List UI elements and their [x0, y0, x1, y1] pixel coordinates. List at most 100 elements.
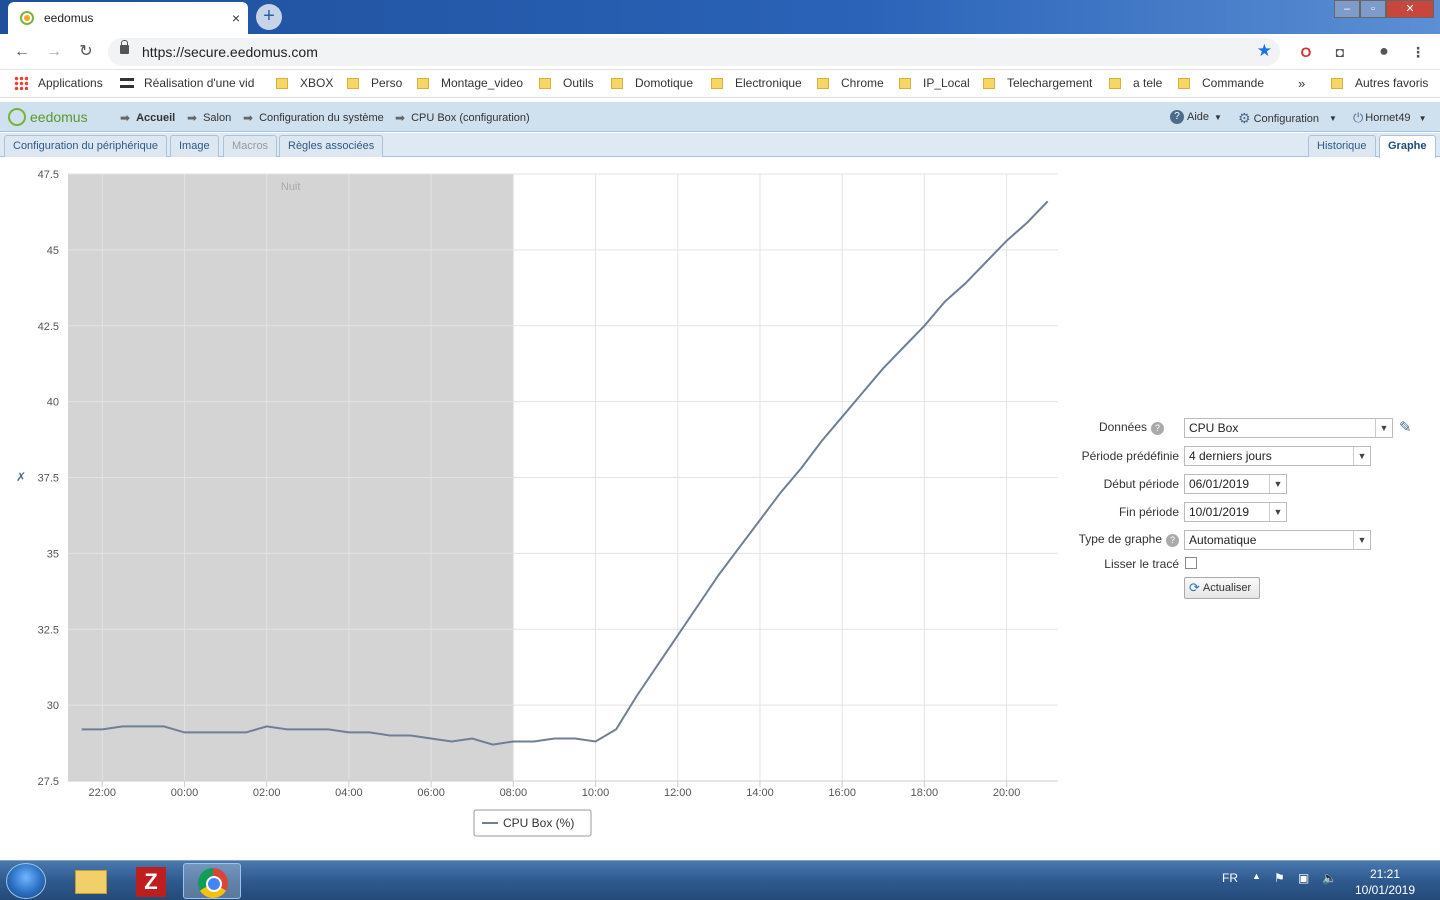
taskbar-filezilla-button[interactable]: Z: [122, 863, 180, 899]
y-tick-label: 45: [47, 245, 59, 257]
bookmark-folder-perso[interactable]: Perso: [347, 76, 402, 90]
help-icon[interactable]: ?: [1151, 422, 1164, 435]
chevron-down-icon: ▼: [1353, 447, 1370, 465]
tab-graphe[interactable]: Graphe: [1379, 135, 1436, 158]
new-tab-button[interactable]: +: [256, 4, 282, 30]
bookmark-folder-autres-favoris[interactable]: Autres favoris: [1331, 76, 1428, 90]
breadcrumb-salon[interactable]: ➡ Salon: [187, 111, 231, 125]
profile-icon[interactable]: ●: [1374, 42, 1394, 62]
bookmark-folder-montage-video[interactable]: Montage_video: [417, 76, 523, 90]
volume-icon[interactable]: 🔈: [1322, 871, 1337, 885]
bookmark-folder-telechargement[interactable]: Telechargement: [983, 76, 1092, 90]
breadcrumb-cpu-box: ➡ CPU Box (configuration): [395, 111, 530, 125]
user-menu[interactable]: ⏻ Hornet49 ▼: [1353, 110, 1426, 126]
bookmark-folder-domotique[interactable]: Domotique: [611, 76, 693, 90]
y-tick-label: 42.5: [38, 321, 59, 333]
periode-predefinie-select[interactable]: 4 derniers jours ▼: [1184, 446, 1371, 466]
menu-kebab-icon[interactable]: ⋮: [1408, 42, 1428, 62]
chevron-down-icon[interactable]: ▼: [1269, 475, 1286, 493]
reset-zoom-icon[interactable]: ✗: [16, 470, 26, 484]
caret-down-icon: ▼: [1329, 114, 1337, 123]
eedomus-favicon-icon: [20, 11, 34, 25]
night-band-label: Nuit: [281, 181, 301, 193]
type-graphe-select[interactable]: Automatique ▼: [1184, 530, 1371, 550]
x-tick-label: 18:00: [911, 787, 939, 799]
edit-pencil-icon[interactable]: ✎: [1399, 418, 1412, 436]
address-url[interactable]: https://secure.eedomus.com: [142, 44, 318, 60]
folder-icon: [711, 77, 723, 89]
bookmark-realisation[interactable]: Réalisation d'une vid: [120, 76, 256, 90]
show-hidden-icons-icon[interactable]: ▲: [1252, 871, 1261, 881]
apps-grid-icon: [14, 76, 28, 90]
help-icon[interactable]: ?: [1166, 534, 1179, 547]
y-tick-label: 37.5: [38, 473, 59, 485]
taskbar-chrome-button[interactable]: [183, 863, 241, 899]
x-tick-label: 00:00: [171, 787, 199, 799]
donnees-label: Données?: [1060, 420, 1164, 435]
tab-macros[interactable]: Macros: [223, 135, 278, 157]
network-icon[interactable]: ▣: [1298, 871, 1309, 885]
eedomus-logo[interactable]: eedomus: [8, 108, 88, 126]
caret-down-icon: ▼: [1214, 112, 1222, 122]
bookmark-applications[interactable]: Applications: [14, 76, 103, 90]
arrow-right-icon: ➡: [187, 111, 198, 125]
debut-periode-input[interactable]: 06/01/2019 ▼: [1184, 474, 1287, 494]
forward-button[interactable]: →: [44, 42, 64, 62]
y-tick-label: 30: [47, 700, 59, 712]
help-icon: ?: [1170, 110, 1184, 124]
bookmark-folder-chrome[interactable]: Chrome: [817, 76, 884, 90]
tab-configuration-peripherique[interactable]: Configuration du périphérique: [4, 135, 167, 157]
window-maximize-button[interactable]: ▫: [1360, 0, 1386, 18]
chevron-down-icon[interactable]: ▼: [1269, 503, 1286, 521]
bookmark-folder-xbox[interactable]: XBOX: [276, 76, 333, 90]
folder-icon: [1109, 77, 1121, 89]
debut-periode-label: Début période: [1103, 477, 1179, 491]
filezilla-icon: Z: [136, 867, 166, 897]
window-close-button[interactable]: ✕: [1386, 0, 1434, 18]
folder-icon: [417, 77, 429, 89]
bookmark-folder-electronique[interactable]: Electronique: [711, 76, 802, 90]
caret-down-icon: ▼: [1418, 113, 1427, 123]
configuration-menu[interactable]: ⚙ Configuration ▼: [1238, 110, 1337, 127]
start-button[interactable]: [6, 863, 46, 899]
actualiser-button[interactable]: ⟳ Actualiser: [1184, 577, 1260, 599]
y-tick-label: 35: [47, 548, 59, 560]
chevron-down-icon: ▼: [1375, 419, 1392, 437]
opera-extension-icon[interactable]: O: [1296, 42, 1316, 62]
language-indicator[interactable]: FR: [1222, 871, 1238, 885]
device-tabs-bar: Configuration du périphérique Image Macr…: [0, 133, 1440, 158]
bookmark-folder-a-tele[interactable]: a tele: [1109, 76, 1162, 90]
chart-legend[interactable]: CPU Box (%): [473, 809, 592, 837]
lisser-trace-checkbox[interactable]: [1185, 557, 1197, 569]
tab-regles-associees[interactable]: Règles associées: [279, 135, 384, 157]
app-header: eedomus ➡ Accueil ➡ Salon ➡ Configuration d…: [0, 102, 1440, 132]
folder-icon: [1178, 77, 1190, 89]
folder-icon: [899, 77, 911, 89]
fin-periode-input[interactable]: 10/01/2019 ▼: [1184, 502, 1287, 522]
bookmark-folder-ip-local[interactable]: IP_Local: [899, 76, 970, 90]
address-bar[interactable]: https://secure.eedomus.com ★: [108, 38, 1280, 66]
help-menu[interactable]: ? Aide ▼: [1170, 110, 1222, 124]
clock-date: 10/01/2019: [1354, 883, 1416, 897]
taskbar-explorer-button[interactable]: [62, 863, 120, 899]
lock-icon: [120, 40, 129, 54]
tab-historique[interactable]: Historique: [1308, 135, 1376, 157]
x-tick-label: 02:00: [253, 787, 281, 799]
bookmark-star-icon[interactable]: ★: [1257, 41, 1272, 61]
bookmark-folder-commande[interactable]: Commande: [1178, 76, 1264, 90]
breadcrumb-configuration-systeme[interactable]: ➡ Configuration du système: [243, 111, 384, 125]
periode-predefinie-label: Période prédéfinie: [1081, 449, 1179, 463]
system-clock[interactable]: 21:21 10/01/2019: [1352, 866, 1418, 898]
tab-image[interactable]: Image: [170, 135, 219, 157]
action-center-flag-icon[interactable]: ⚑: [1274, 871, 1285, 885]
bookmark-folder-outils[interactable]: Outils: [539, 76, 594, 90]
lightbulb-extension-icon[interactable]: ◘: [1330, 42, 1350, 62]
back-button[interactable]: ←: [12, 42, 32, 62]
breadcrumb-accueil[interactable]: ➡ Accueil: [120, 111, 175, 125]
window-minimize-button[interactable]: –: [1334, 0, 1360, 18]
reload-button[interactable]: ↻: [76, 42, 96, 62]
donnees-select[interactable]: CPU Box ▼: [1184, 418, 1393, 438]
browser-tab[interactable]: eedomus ×: [8, 2, 248, 34]
tab-close-icon[interactable]: ×: [224, 10, 248, 26]
bookmarks-overflow-button[interactable]: »: [1298, 76, 1305, 91]
